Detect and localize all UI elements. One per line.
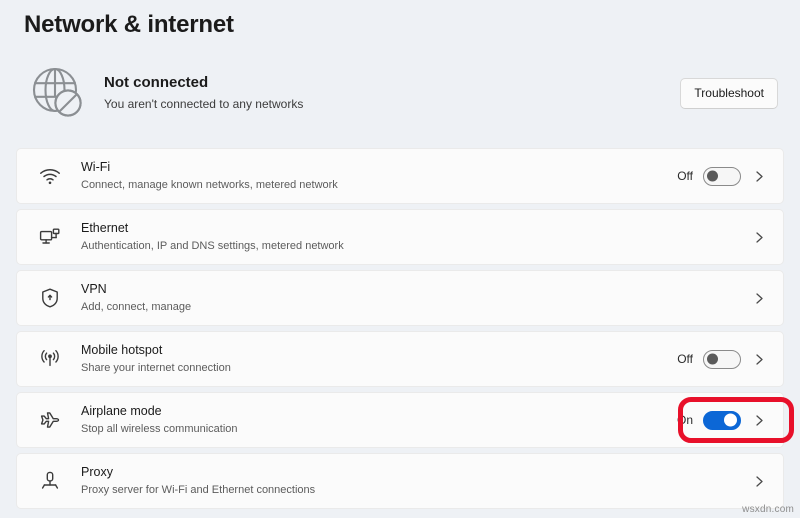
chevron-right-icon[interactable]	[751, 473, 767, 489]
wifi-toggle[interactable]	[703, 166, 741, 186]
row-labels: Airplane mode Stop all wireless communic…	[81, 403, 673, 437]
row-title: Wi-Fi	[81, 160, 111, 174]
row-title: Proxy	[81, 465, 113, 479]
row-title: Mobile hotspot	[81, 343, 163, 357]
row-labels: VPN Add, connect, manage	[81, 281, 751, 315]
row-controls	[751, 290, 773, 306]
airplane-icon	[35, 405, 65, 435]
row-labels: Proxy Proxy server for Wi-Fi and Etherne…	[81, 464, 751, 498]
chevron-right-icon[interactable]	[751, 290, 767, 306]
row-subtitle: Share your internet connection	[81, 362, 231, 374]
toggle-state-label: On	[676, 413, 693, 427]
watermark: wsxdn.com	[742, 504, 794, 515]
chevron-right-icon[interactable]	[751, 351, 767, 367]
row-controls: On	[673, 410, 773, 430]
chevron-right-icon[interactable]	[751, 168, 767, 184]
ethernet-icon	[35, 222, 65, 252]
row-subtitle: Stop all wireless communication	[81, 423, 238, 435]
toggle-knob	[707, 353, 718, 365]
setting-row-ethernet[interactable]: Ethernet Authentication, IP and DNS sett…	[16, 209, 784, 265]
setting-row-vpn[interactable]: VPN Add, connect, manage	[16, 270, 784, 326]
page-title: Network & internet	[24, 11, 234, 38]
chevron-right-icon[interactable]	[751, 412, 767, 428]
row-labels: Wi-Fi Connect, manage known networks, me…	[81, 159, 673, 193]
toggle-state-label: Off	[677, 169, 693, 183]
setting-row-wifi[interactable]: Wi-Fi Connect, manage known networks, me…	[16, 148, 784, 204]
wifi-icon	[35, 161, 65, 191]
status-text-group: Not connected You aren't connected to an…	[104, 73, 680, 113]
row-labels: Ethernet Authentication, IP and DNS sett…	[81, 220, 751, 254]
row-subtitle: Proxy server for Wi-Fi and Ethernet conn…	[81, 484, 316, 496]
row-title: VPN	[81, 282, 107, 296]
row-subtitle: Connect, manage known networks, metered …	[81, 179, 338, 191]
proxy-icon	[35, 466, 65, 496]
chevron-right-icon[interactable]	[751, 229, 767, 245]
row-controls	[751, 229, 773, 245]
row-subtitle: Add, connect, manage	[81, 301, 192, 313]
row-labels: Mobile hotspot Share your internet conne…	[81, 342, 673, 376]
network-settings-list: Wi-Fi Connect, manage known networks, me…	[16, 148, 784, 514]
connection-status-header: Not connected You aren't connected to an…	[24, 58, 782, 128]
setting-row-mobile-hotspot[interactable]: Mobile hotspot Share your internet conne…	[16, 331, 784, 387]
row-subtitle: Authentication, IP and DNS settings, met…	[81, 240, 344, 252]
toggle-knob	[724, 413, 737, 427]
row-controls: Off	[673, 349, 773, 369]
status-subtitle: You aren't connected to any networks	[104, 97, 304, 111]
row-controls: Off	[673, 166, 773, 186]
row-controls	[751, 473, 773, 489]
toggle-state-label: Off	[677, 352, 693, 366]
row-title: Ethernet	[81, 221, 129, 235]
globe-disconnected-icon	[24, 59, 92, 127]
airplane-mode-toggle[interactable]	[703, 410, 741, 430]
mobile-hotspot-toggle[interactable]	[703, 349, 741, 369]
row-title: Airplane mode	[81, 404, 162, 418]
mobile-hotspot-icon	[35, 344, 65, 374]
shield-vpn-icon	[35, 283, 65, 313]
status-title: Not connected	[104, 74, 209, 91]
setting-row-proxy[interactable]: Proxy Proxy server for Wi-Fi and Etherne…	[16, 453, 784, 509]
setting-row-airplane-mode[interactable]: Airplane mode Stop all wireless communic…	[16, 392, 784, 448]
troubleshoot-button[interactable]: Troubleshoot	[680, 77, 778, 109]
toggle-knob	[707, 170, 718, 182]
